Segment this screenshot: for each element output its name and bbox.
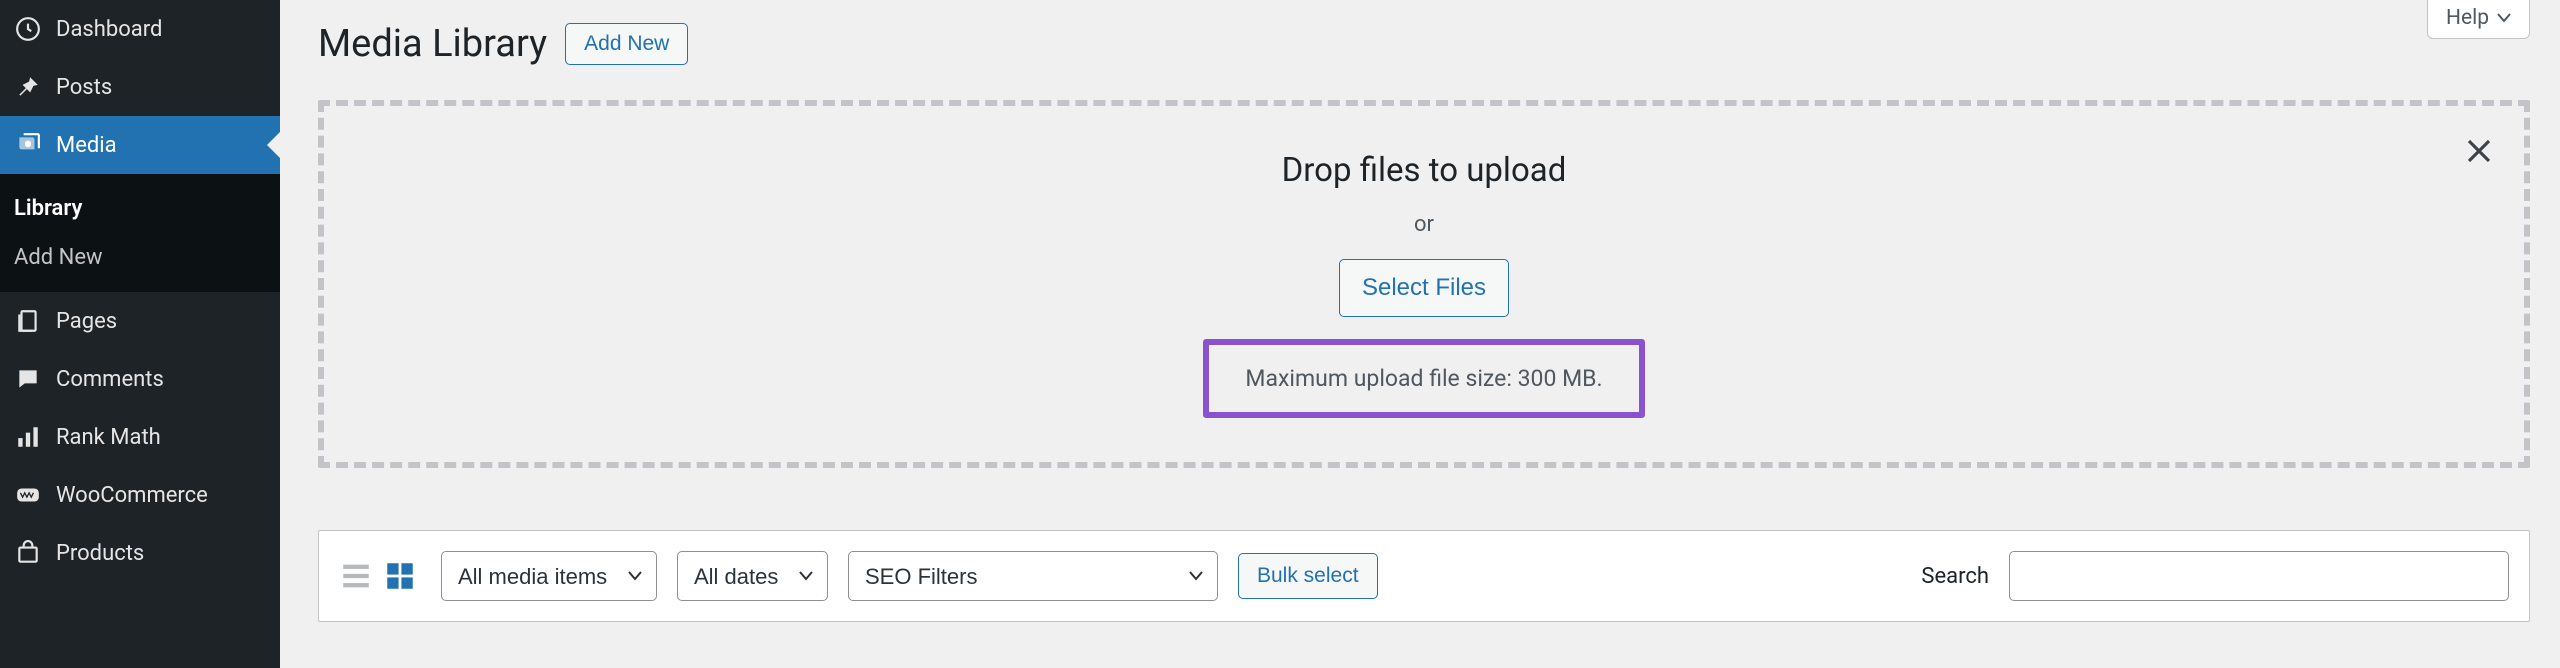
sidebar-item-products[interactable]: Products (0, 524, 280, 582)
woocommerce-icon (14, 482, 42, 508)
view-toggle (339, 559, 421, 593)
select-files-button[interactable]: Select Files (1339, 259, 1509, 317)
list-view-icon[interactable] (339, 559, 373, 593)
page-title: Media Library (318, 22, 547, 66)
max-upload-size-note: Maximum upload file size: 300 MB. (1203, 339, 1644, 418)
page-icon (14, 308, 42, 334)
sidebar-item-label: Dashboard (56, 17, 162, 42)
media-drop-zone[interactable]: Drop files to upload or Select Files Max… (318, 100, 2530, 468)
drop-heading: Drop files to upload (1282, 151, 1567, 190)
close-icon[interactable] (2464, 136, 2494, 166)
caret-down-icon (2497, 13, 2511, 23)
submenu-item-library[interactable]: Library (0, 184, 280, 233)
sidebar-item-media[interactable]: Media (0, 116, 280, 174)
sidebar-item-label: Media (56, 133, 117, 158)
products-icon (14, 540, 42, 566)
comment-icon (14, 366, 42, 392)
sidebar-item-label: WooCommerce (56, 483, 208, 508)
grid-view-icon[interactable] (383, 559, 417, 593)
sidebar-item-rankmath[interactable]: Rank Math (0, 408, 280, 466)
media-icon (14, 132, 42, 158)
sidebar-item-posts[interactable]: Posts (0, 58, 280, 116)
chart-icon (14, 424, 42, 450)
search-input[interactable] (2009, 551, 2509, 601)
sidebar-item-label: Pages (56, 309, 117, 334)
sidebar-item-label: Posts (56, 75, 112, 100)
submenu-item-add-new[interactable]: Add New (0, 233, 280, 282)
sidebar-item-label: Rank Math (56, 425, 161, 450)
drop-or: or (1414, 212, 1434, 237)
sidebar-item-comments[interactable]: Comments (0, 350, 280, 408)
sidebar-item-label: Products (56, 541, 144, 566)
admin-sidebar: Dashboard Posts Media Library Add New (0, 0, 280, 668)
bulk-select-button[interactable]: Bulk select (1238, 553, 1378, 599)
dashboard-icon (14, 16, 42, 42)
help-tab-label: Help (2446, 6, 2489, 30)
search-label: Search (1921, 564, 1989, 589)
seo-filter[interactable]: SEO Filters (848, 551, 1218, 601)
sidebar-item-dashboard[interactable]: Dashboard (0, 0, 280, 58)
pushpin-icon (14, 74, 42, 100)
media-type-filter[interactable]: All media items (441, 551, 657, 601)
media-submenu: Library Add New (0, 174, 280, 292)
page-header: Media Library Add New Help (318, 0, 2530, 88)
sidebar-item-label: Comments (56, 367, 164, 392)
help-tab[interactable]: Help (2427, 0, 2530, 39)
sidebar-item-pages[interactable]: Pages (0, 292, 280, 350)
add-new-button[interactable]: Add New (565, 23, 688, 65)
content-area: Media Library Add New Help Drop files to… (280, 0, 2560, 668)
sidebar-item-woocommerce[interactable]: WooCommerce (0, 466, 280, 524)
date-filter[interactable]: All dates (677, 551, 828, 601)
media-filter-bar: All media items All dates SEO Filters Bu… (318, 530, 2530, 622)
